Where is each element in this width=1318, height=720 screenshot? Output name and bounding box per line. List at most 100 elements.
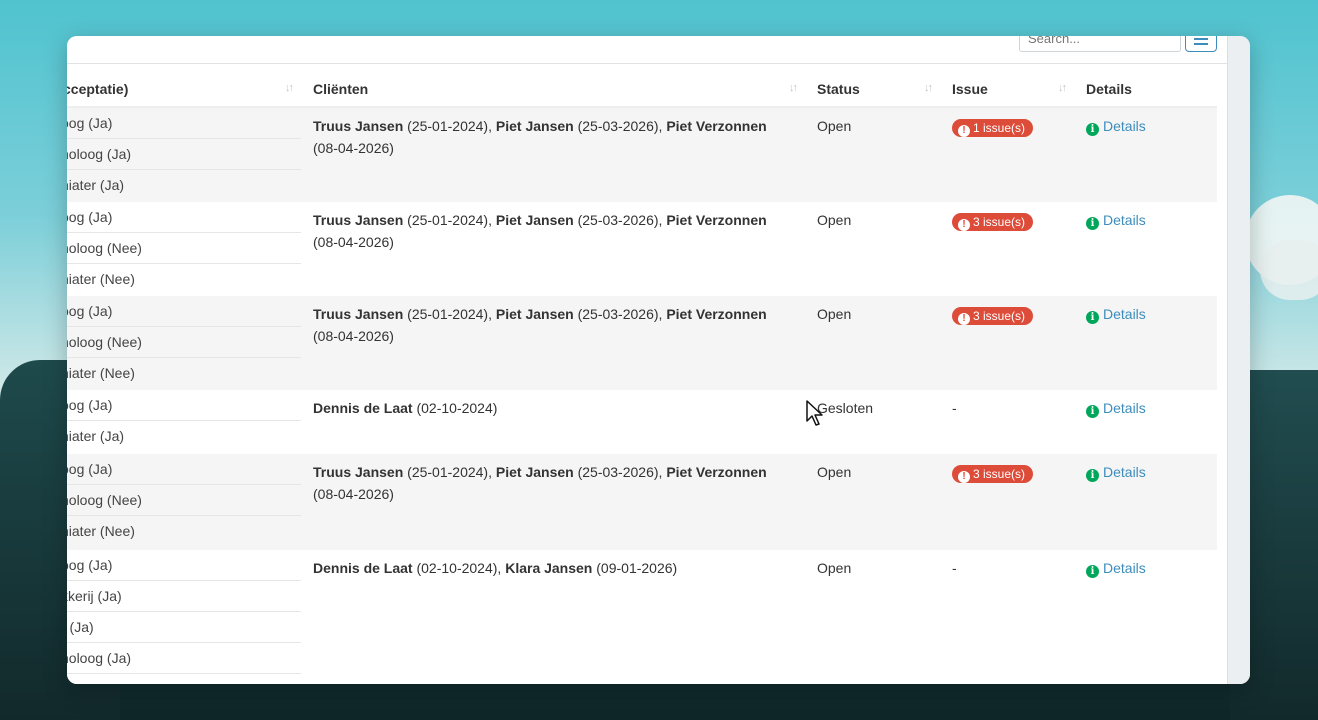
column-header-status[interactable]: Status [817, 64, 860, 106]
acceptatie-item: oog (Ja) [67, 454, 301, 485]
acceptatie-item: holoog (Nee) [67, 327, 301, 358]
exclamation-icon: ! [958, 471, 970, 484]
details-link[interactable]: i Details [1086, 115, 1146, 137]
column-header-details: Details [1086, 81, 1132, 97]
client-name: Piet Jansen [495, 306, 574, 322]
app-window: cceptatie) ↓↑ Cliënten ↓↑ Status ↓↑ Issu… [67, 36, 1250, 684]
client-date: (25-01-2024), [403, 464, 496, 480]
acceptatie-item: holoog (Ja) [67, 139, 301, 170]
sort-icon[interactable]: ↓↑ [924, 82, 933, 94]
status-cell: Open [817, 306, 852, 322]
acceptatie-cell: oog (Ja)holoog (Nee) hiater (Nee) [67, 454, 301, 546]
details-label: Details [1103, 464, 1146, 480]
table-row: oog (Ja)holoog (Nee) hiater (Nee) Truus Ja… [67, 454, 1217, 550]
acceptatie-cell: oog (Ja)holoog (Nee) hiater (Nee) [67, 202, 301, 294]
client-name: Piet Verzonnen [666, 212, 767, 228]
acceptatie-item: oog (Ja) [67, 108, 301, 139]
acceptatie-item: holoog (Nee) [67, 485, 301, 516]
details-link[interactable]: i Details [1086, 461, 1146, 483]
acceptatie-item: iater (Ja) [67, 674, 301, 684]
acceptatie-item: oog (Ja) [67, 390, 301, 421]
acceptatie-cell: oog (Ja)kkerij (Ja)r (Ja)holoog (Ja)iate… [67, 550, 301, 684]
details-label: Details [1103, 400, 1146, 416]
table-header: cceptatie) ↓↑ Cliënten ↓↑ Status ↓↑ Issu… [67, 64, 1217, 108]
issue-cell: - [952, 557, 957, 579]
client-name: Piet Jansen [495, 464, 574, 480]
acceptatie-item: hiater (Ja) [67, 428, 125, 444]
info-icon: i [1086, 123, 1099, 136]
client-name: Klara Jansen [505, 560, 593, 576]
details-label: Details [1103, 118, 1146, 134]
sort-icon[interactable]: ↓↑ [789, 82, 798, 94]
client-date: (08-04-2026) [313, 328, 394, 344]
sort-icon[interactable]: ↓↑ [1058, 82, 1067, 94]
table-row: oog (Ja)holoog (Nee) hiater (Nee) Truus Ja… [67, 296, 1217, 390]
client-date: (08-04-2026) [313, 234, 394, 250]
issue-empty: - [952, 560, 957, 576]
table-row: oog (Ja)kkerij (Ja)r (Ja)holoog (Ja)iate… [67, 550, 1217, 684]
column-header-acceptatie[interactable]: cceptatie) [67, 64, 128, 106]
issue-badge[interactable]: ! 3 issue(s) [952, 213, 1034, 232]
table-row: oog (Ja)holoog (Nee) hiater (Nee) Truus Ja… [67, 202, 1217, 296]
client-name: Dennis de Laat [313, 560, 413, 576]
vertical-scrollbar[interactable] [1227, 36, 1250, 684]
issue-count: 3 issue(s) [973, 467, 1026, 482]
client-name: Truus Jansen [313, 464, 404, 480]
client-date: (02-10-2024), [412, 560, 506, 576]
issue-badge[interactable]: ! 3 issue(s) [952, 465, 1034, 484]
clients-cell: Truus Jansen (25-01-2024), Piet Jansen (… [313, 461, 793, 505]
details-label: Details [1103, 560, 1146, 576]
issue-cell: ! 3 issue(s) [952, 209, 1034, 232]
status-cell: Open [817, 560, 852, 576]
details-link[interactable]: i Details [1086, 557, 1146, 579]
client-name: Truus Jansen [313, 212, 404, 228]
exclamation-icon: ! [958, 219, 970, 232]
details-link[interactable]: i Details [1086, 209, 1146, 231]
column-header-clienten[interactable]: Cliënten [313, 64, 368, 106]
client-name: Piet Verzonnen [666, 306, 767, 322]
issue-badge[interactable]: ! 3 issue(s) [952, 307, 1034, 326]
background-cloud [1260, 240, 1318, 300]
client-name: Truus Jansen [313, 306, 404, 322]
column-header-issue[interactable]: Issue [952, 64, 988, 106]
client-name: Truus Jansen [313, 118, 404, 134]
client-date: (25-03-2026), [573, 306, 667, 322]
table-row: oog (Ja) hiater (Ja) Dennis de Laat (02-10… [67, 390, 1217, 454]
acceptatie-item: holoog (Nee) [67, 233, 301, 264]
client-name: Piet Verzonnen [666, 118, 767, 134]
client-date: (25-03-2026), [573, 118, 667, 134]
acceptatie-item: oog (Ja) [67, 550, 301, 581]
details-label: Details [1103, 212, 1146, 228]
status-cell: Gesloten [817, 400, 874, 416]
client-date: (02-10-2024) [412, 400, 498, 416]
client-date: (25-03-2026), [573, 212, 667, 228]
hamburger-menu-icon[interactable] [1185, 36, 1217, 52]
clients-cell: Dennis de Laat (02-10-2024), Klara Janse… [313, 557, 793, 579]
status-cell: Open [817, 118, 852, 134]
issue-badge[interactable]: ! 1 issue(s) [952, 119, 1034, 138]
issue-cell: ! 3 issue(s) [952, 461, 1034, 484]
table-row: oog (Ja)holoog (Ja) hiater (Ja) Truus Jans… [67, 108, 1217, 202]
search-input[interactable] [1019, 36, 1181, 52]
info-icon: i [1086, 469, 1099, 482]
exclamation-icon: ! [958, 125, 970, 138]
details-link[interactable]: i Details [1086, 303, 1146, 325]
client-date: (25-01-2024), [403, 212, 496, 228]
clients-cell: Truus Jansen (25-01-2024), Piet Jansen (… [313, 209, 793, 253]
issue-empty: - [952, 400, 957, 416]
info-icon: i [1086, 565, 1099, 578]
client-name: Piet Verzonnen [666, 464, 767, 480]
acceptatie-item: kkerij (Ja) [67, 581, 301, 612]
client-name: Piet Jansen [495, 118, 574, 134]
acceptatie-item: holoog (Ja) [67, 643, 301, 674]
sort-icon[interactable]: ↓↑ [285, 82, 294, 94]
client-name: Piet Jansen [495, 212, 574, 228]
status-cell: Open [817, 212, 852, 228]
client-name: Dennis de Laat [313, 400, 413, 416]
table-toolbar [67, 36, 1227, 64]
details-link[interactable]: i Details [1086, 397, 1146, 419]
acceptatie-cell: oog (Ja)holoog (Nee) hiater (Nee) [67, 296, 301, 388]
status-cell: Open [817, 464, 852, 480]
acceptatie-item: oog (Ja) [67, 296, 301, 327]
clients-cell: Dennis de Laat (02-10-2024) [313, 397, 793, 419]
